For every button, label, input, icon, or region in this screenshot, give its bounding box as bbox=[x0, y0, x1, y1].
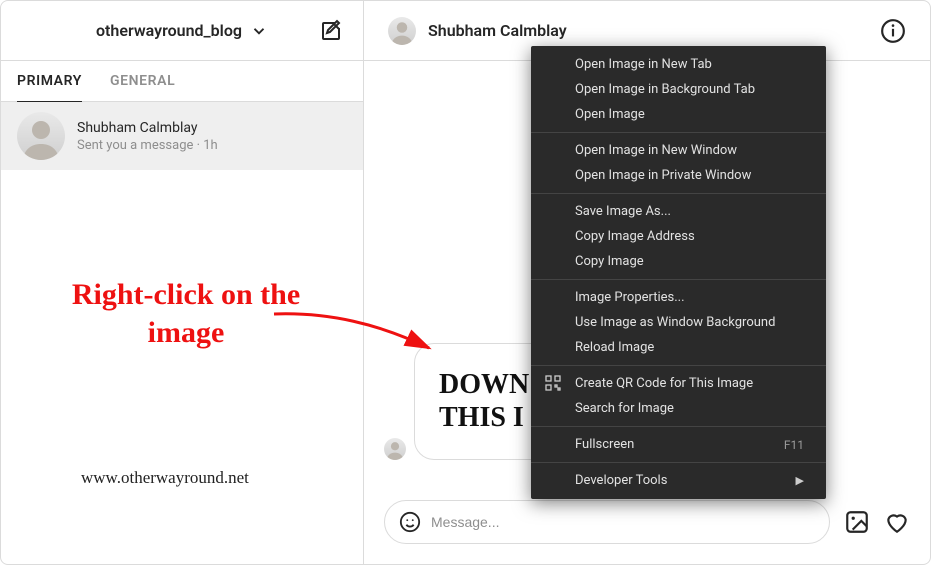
ctx-open-private-window[interactable]: Open Image in Private Window bbox=[531, 163, 826, 188]
ctx-developer-tools[interactable]: Developer Tools▶ bbox=[531, 468, 826, 493]
avatar[interactable] bbox=[388, 17, 416, 45]
message-input-wrap[interactable] bbox=[384, 500, 830, 544]
ctx-create-qr[interactable]: Create QR Code for This Image bbox=[531, 371, 826, 396]
ctx-open-bg-tab[interactable]: Open Image in Background Tab bbox=[531, 77, 826, 102]
thread-meta: Shubham Calmblay Sent you a message · 1h bbox=[77, 120, 218, 153]
sidebar: otherwayround_blog PRIMARY GENERAL Shubh… bbox=[1, 1, 364, 564]
separator bbox=[531, 279, 826, 280]
tab-primary[interactable]: PRIMARY bbox=[17, 61, 82, 102]
ctx-image-properties[interactable]: Image Properties... bbox=[531, 285, 826, 310]
ctx-reload-image[interactable]: Reload Image bbox=[531, 335, 826, 360]
conversation-contact-name[interactable]: Shubham Calmblay bbox=[428, 21, 567, 40]
image-text-line2: THIS I bbox=[439, 401, 529, 435]
heart-icon[interactable] bbox=[884, 509, 910, 535]
tab-general[interactable]: GENERAL bbox=[110, 61, 175, 101]
message-input[interactable] bbox=[431, 514, 815, 530]
ctx-copy-image-address[interactable]: Copy Image Address bbox=[531, 224, 826, 249]
avatar bbox=[384, 438, 406, 460]
separator bbox=[531, 462, 826, 463]
ctx-fullscreen[interactable]: FullscreenF11 bbox=[531, 432, 826, 457]
separator bbox=[531, 132, 826, 133]
image-text-line1: DOWN bbox=[439, 368, 529, 402]
emoji-icon[interactable] bbox=[399, 511, 421, 533]
ctx-copy-image[interactable]: Copy Image bbox=[531, 249, 826, 274]
ctx-open-new-tab[interactable]: Open Image in New Tab bbox=[531, 52, 826, 77]
inbox-tabs: PRIMARY GENERAL bbox=[1, 61, 363, 102]
qr-icon bbox=[545, 375, 561, 391]
ctx-save-image-as[interactable]: Save Image As... bbox=[531, 199, 826, 224]
info-icon[interactable] bbox=[880, 18, 906, 44]
context-menu: Open Image in New Tab Open Image in Back… bbox=[531, 46, 826, 499]
account-name: otherwayround_blog bbox=[96, 21, 242, 40]
new-message-icon[interactable] bbox=[319, 19, 343, 43]
conversation-list-item[interactable]: Shubham Calmblay Sent you a message · 1h bbox=[1, 102, 363, 170]
thread-subtitle: Sent you a message · 1h bbox=[77, 138, 218, 153]
avatar bbox=[17, 112, 65, 160]
separator bbox=[531, 365, 826, 366]
message-row: DOWN THIS I bbox=[384, 343, 554, 460]
thread-name: Shubham Calmblay bbox=[77, 120, 218, 136]
ctx-open-new-window[interactable]: Open Image in New Window bbox=[531, 138, 826, 163]
separator bbox=[531, 426, 826, 427]
submenu-arrow-icon: ▶ bbox=[796, 474, 804, 487]
ctx-open-image[interactable]: Open Image bbox=[531, 102, 826, 127]
ctx-window-background[interactable]: Use Image as Window Background bbox=[531, 310, 826, 335]
separator bbox=[531, 193, 826, 194]
sidebar-header: otherwayround_blog bbox=[1, 1, 363, 61]
image-icon[interactable] bbox=[844, 509, 870, 535]
chevron-down-icon bbox=[250, 22, 268, 40]
ctx-search-image[interactable]: Search for Image bbox=[531, 396, 826, 421]
account-switcher[interactable]: otherwayround_blog bbox=[96, 21, 268, 40]
shortcut-label: F11 bbox=[784, 438, 804, 452]
